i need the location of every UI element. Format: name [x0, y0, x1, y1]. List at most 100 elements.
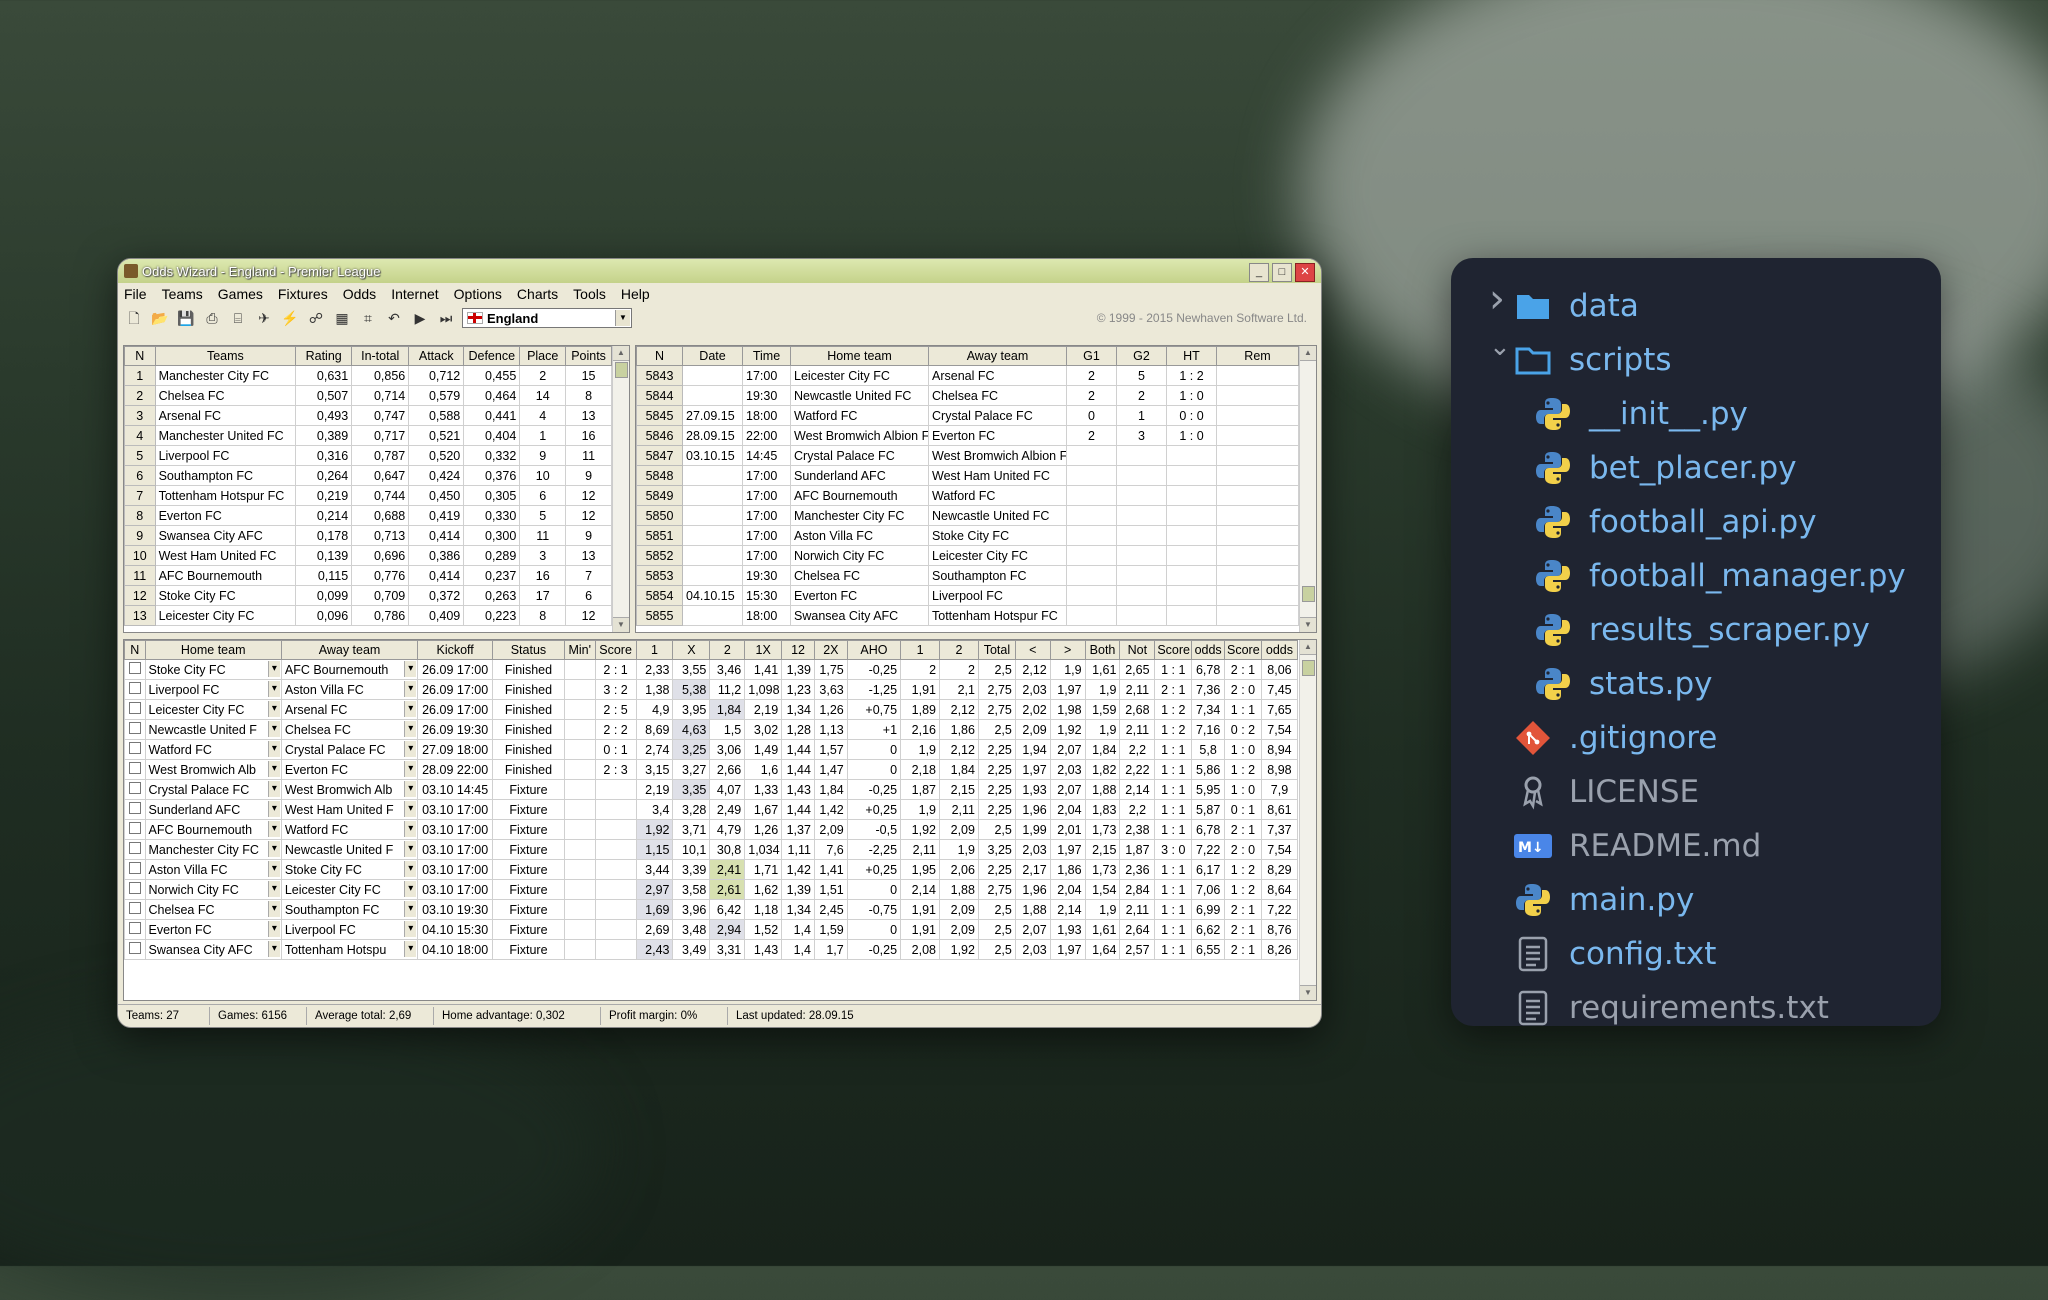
table-row[interactable]: Aston Villa FCStoke City FC03.10 17:00Fi…	[124, 859, 1299, 880]
home-team-select[interactable]: Everton FC	[144, 919, 282, 940]
remark[interactable]	[1216, 525, 1299, 546]
away-team-select[interactable]: Tottenham Hotspu	[280, 939, 419, 960]
table-row[interactable]: 1 Manchester City FC 0,631 0,856 0,712 0,455 2…	[124, 365, 612, 386]
table-row[interactable]: Newcastle United FChelsea FC26.09 19:30F…	[124, 719, 1299, 740]
table-row[interactable]: 5 Liverpool FC 0,316 0,787 0,520 0,332 9 11	[124, 445, 612, 466]
file-tree-item[interactable]: stats.py	[1533, 660, 1713, 708]
menu-options[interactable]: Options	[454, 286, 502, 302]
goals-home[interactable]	[1066, 445, 1117, 466]
file-tree-item[interactable]: config.txt	[1513, 930, 1716, 978]
away-team[interactable]: Stoke City FC	[928, 525, 1067, 546]
fixtures-col-header[interactable]: AHO	[846, 640, 902, 660]
fixtures-col-header[interactable]: 1	[635, 640, 674, 660]
game-time[interactable]: 15:30	[742, 585, 791, 606]
row-checkbox[interactable]	[124, 699, 146, 720]
save-icon[interactable]: 💾	[176, 308, 196, 328]
fixtures-col-header[interactable]: Score	[594, 640, 637, 660]
team-name[interactable]: Tottenham Hotspur FC	[154, 485, 297, 506]
fixtures-col-header[interactable]: Total	[977, 640, 1016, 660]
country-select[interactable]: England ▼	[462, 308, 632, 328]
away-team-select[interactable]: Leicester City FC	[280, 879, 419, 900]
game-time[interactable]: 14:45	[742, 445, 791, 466]
col-g1[interactable]: G1	[1066, 346, 1117, 366]
remark[interactable]	[1216, 425, 1299, 446]
away-team-select[interactable]: Everton FC	[280, 759, 419, 780]
row-checkbox[interactable]	[124, 919, 146, 940]
table-row[interactable]: 5850 17:00 Manchester City FC Newcastle Uni…	[636, 505, 1299, 526]
table-row[interactable]: Chelsea FCSouthampton FC03.10 19:30Fixtu…	[124, 899, 1299, 920]
fixtures-col-header[interactable]: Away team	[280, 640, 419, 660]
home-team-select[interactable]: Manchester City FC	[144, 839, 282, 860]
table-row[interactable]: 5851 17:00 Aston Villa FC Stoke City FC	[636, 525, 1299, 546]
col-time[interactable]: Time	[742, 346, 791, 366]
col-teams[interactable]: Teams	[154, 346, 297, 366]
menu-games[interactable]: Games	[218, 286, 263, 302]
scroll-down-icon[interactable]: ▼	[613, 617, 629, 632]
fixtures-col-header[interactable]: 1X	[744, 640, 783, 660]
maximize-button[interactable]: □	[1272, 263, 1292, 282]
table-row[interactable]: 5853 19:30 Chelsea FC Southampton FC	[636, 565, 1299, 586]
home-team[interactable]: Newcastle United FC	[790, 385, 929, 406]
chevron-down-icon[interactable]: ▼	[615, 310, 630, 326]
scroll-down-icon[interactable]: ▼	[1300, 985, 1316, 1000]
home-team[interactable]: Leicester City FC	[790, 365, 929, 386]
away-team[interactable]: Leicester City FC	[928, 545, 1067, 566]
goals-home[interactable]: 2	[1066, 385, 1117, 406]
team-name[interactable]: West Ham United FC	[154, 545, 297, 566]
crop-icon[interactable]: ⌗	[358, 308, 378, 328]
teams-scrollbar[interactable]: ▲ ▼	[612, 346, 629, 632]
games-scrollbar[interactable]: ▲ ▼	[1299, 346, 1316, 632]
file-tree-item[interactable]: __init__.py	[1533, 390, 1748, 438]
open-folder-icon[interactable]: 📂	[150, 308, 170, 328]
table-row[interactable]: 5849 17:00 AFC Bournemouth Watford FC	[636, 485, 1299, 506]
game-number[interactable]: 5846	[636, 425, 683, 446]
file-tree-item[interactable]: football_manager.py	[1533, 552, 1906, 600]
file-tree-item[interactable]: data	[1513, 282, 1639, 330]
fixtures-col-header[interactable]: 2	[939, 640, 979, 660]
game-number[interactable]: 5844	[636, 385, 683, 406]
goals-home[interactable]: 2	[1066, 365, 1117, 386]
away-team[interactable]: Newcastle United FC	[928, 505, 1067, 526]
row-checkbox[interactable]	[124, 679, 146, 700]
row-checkbox[interactable]	[124, 819, 146, 840]
scroll-up-icon[interactable]: ▲	[1300, 640, 1316, 655]
scroll-up-icon[interactable]: ▲	[1300, 346, 1316, 361]
chevron-down-icon[interactable]: ⌄	[1489, 332, 1511, 362]
half-time[interactable]	[1166, 525, 1217, 546]
half-time[interactable]: 1 : 2	[1166, 365, 1217, 386]
table-row[interactable]: Leicester City FCArsenal FC26.09 17:00Fi…	[124, 699, 1299, 720]
step-forward-icon[interactable]: ⏭	[436, 308, 456, 328]
game-date[interactable]: 03.10.15	[682, 445, 743, 466]
table-row[interactable]: 8 Everton FC 0,214 0,688 0,419 0,330 5 12	[124, 505, 612, 526]
home-team-select[interactable]: Liverpool FC	[144, 679, 282, 700]
new-file-icon[interactable]: 🗋	[124, 308, 144, 328]
home-team-select[interactable]: Newcastle United F	[144, 719, 282, 740]
col-away-team[interactable]: Away team	[928, 346, 1067, 366]
table-row[interactable]: 3 Arsenal FC 0,493 0,747 0,588 0,441 4 13	[124, 405, 612, 426]
game-number[interactable]: 5852	[636, 545, 683, 566]
away-team-select[interactable]: Southampton FC	[280, 899, 419, 920]
goals-away[interactable]	[1116, 445, 1167, 466]
goals-home[interactable]	[1066, 545, 1117, 566]
menu-charts[interactable]: Charts	[517, 286, 558, 302]
menu-help[interactable]: Help	[621, 286, 650, 302]
table-row[interactable]: West Bromwich AlbEverton FC28.09 22:00Fi…	[124, 759, 1299, 780]
file-tree-item[interactable]: M↓ README.md	[1513, 822, 1761, 870]
file-tree-item[interactable]: .gitignore	[1513, 714, 1717, 762]
table-row[interactable]: Swansea City AFCTottenham Hotspu04.10 18…	[124, 939, 1299, 960]
table-row[interactable]: 5844 19:30 Newcastle United FC Chelsea FC 2 2…	[636, 385, 1299, 406]
table-row[interactable]: Liverpool FCAston Villa FC26.09 17:00Fin…	[124, 679, 1299, 700]
undo-icon[interactable]: ↶	[384, 308, 404, 328]
scroll-thumb[interactable]	[615, 362, 628, 378]
calculator-icon[interactable]: ▦	[332, 308, 352, 328]
half-time[interactable]	[1166, 565, 1217, 586]
remark[interactable]	[1216, 385, 1299, 406]
game-time[interactable]: 17:00	[742, 545, 791, 566]
remark[interactable]	[1216, 465, 1299, 486]
col-place[interactable]: Place	[519, 346, 567, 366]
game-date[interactable]	[682, 605, 743, 626]
game-time[interactable]: 17:00	[742, 485, 791, 506]
remark[interactable]	[1216, 585, 1299, 606]
table-row[interactable]: 5854 04.10.15 15:30 Everton FC Liverpool FC	[636, 585, 1299, 606]
home-team-select[interactable]: Crystal Palace FC	[144, 779, 282, 800]
